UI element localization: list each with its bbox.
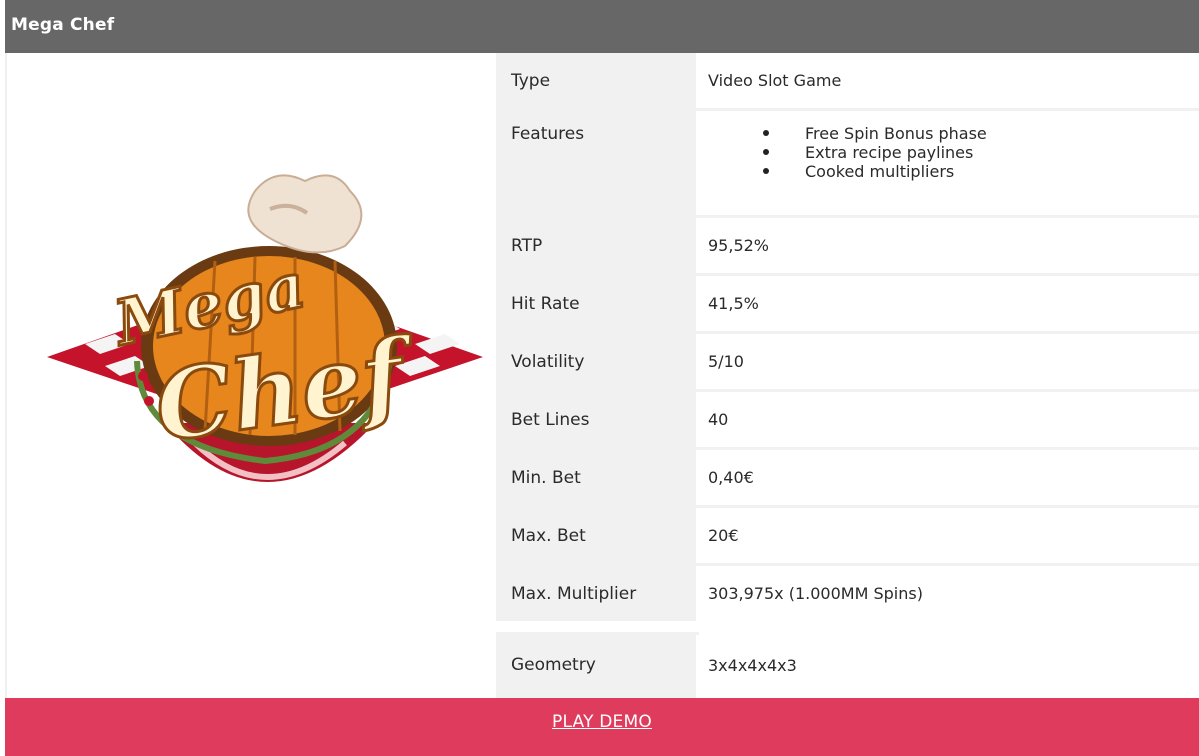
detail-value: 20€	[699, 508, 1199, 563]
game-title: Mega Chef	[11, 15, 115, 35]
detail-row-volatility: Volatility 5/10	[496, 334, 1199, 389]
detail-row-rtp: RTP 95,52%	[496, 218, 1199, 273]
detail-value: 303,975x (1.000MM Spins)	[699, 566, 1199, 621]
detail-value: 3x4x4x4x3	[699, 632, 1199, 698]
detail-row-max-bet: Max. Bet 20€	[496, 508, 1199, 563]
detail-label: RTP	[496, 218, 696, 273]
detail-row-max-multiplier: Max. Multiplier 303,975x (1.000MM Spins)	[496, 566, 1199, 621]
detail-label: Max. Multiplier	[496, 566, 696, 621]
detail-row-hit-rate: Hit Rate 41,5%	[496, 276, 1199, 331]
detail-label: Bet Lines	[496, 392, 696, 447]
detail-label: Geometry	[496, 632, 696, 698]
detail-row-type: Type Video Slot Game	[496, 53, 1199, 108]
detail-label: Features	[496, 111, 696, 215]
detail-row-geometry: Geometry 3x4x4x4x3	[496, 632, 1199, 698]
features-list: Free Spin Bonus phase Extra recipe payli…	[758, 124, 987, 181]
play-demo-link[interactable]: PLAY DEMO	[552, 712, 652, 732]
detail-value: 0,40€	[699, 450, 1199, 505]
detail-label: Type	[496, 53, 696, 108]
mega-chef-logo: Mega Chef	[47, 174, 483, 482]
feature-item: Extra recipe paylines	[758, 143, 987, 162]
detail-row-min-bet: Min. Bet 0,40€	[496, 450, 1199, 505]
play-demo-bar: PLAY DEMO	[5, 698, 1199, 756]
detail-value: 41,5%	[699, 276, 1199, 331]
detail-value: Video Slot Game	[699, 53, 1199, 108]
detail-row-features: Features Free Spin Bonus phase Extra rec…	[496, 111, 1199, 215]
detail-value: 40	[699, 392, 1199, 447]
feature-item: Cooked multipliers	[758, 162, 987, 181]
detail-label: Volatility	[496, 334, 696, 389]
image-panel: Mega Chef	[5, 53, 495, 698]
detail-label: Min. Bet	[496, 450, 696, 505]
detail-label: Hit Rate	[496, 276, 696, 331]
detail-row-bet-lines: Bet Lines 40	[496, 392, 1199, 447]
detail-value: 5/10	[699, 334, 1199, 389]
card-header: Mega Chef	[5, 0, 1199, 53]
game-card: Mega Chef Mega Chef Type Video Slot Game…	[5, 0, 1199, 756]
detail-value: 95,52%	[699, 218, 1199, 273]
features-list-container: Free Spin Bonus phase Extra recipe payli…	[699, 111, 1199, 215]
detail-label: Max. Bet	[496, 508, 696, 563]
feature-item: Free Spin Bonus phase	[758, 124, 987, 143]
